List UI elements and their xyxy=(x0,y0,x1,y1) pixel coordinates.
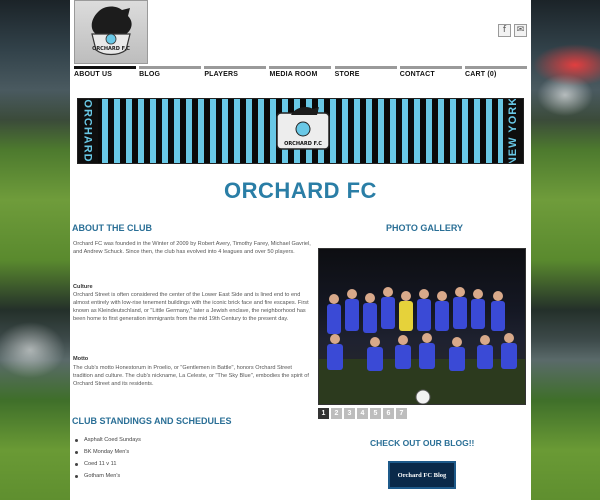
gallery-page-3[interactable]: 3 xyxy=(344,408,355,419)
culture-text: Orchard Street is often considered the c… xyxy=(73,292,309,322)
page-container: ORCHARD F.C f ✉ ABOUT US BLOG PLAYERS ME… xyxy=(70,0,531,500)
nav-item-contact[interactable]: CONTACT xyxy=(399,66,462,80)
standings-link-bk-monday[interactable]: BK Monday Men's xyxy=(74,446,141,458)
nav-item-cart[interactable]: CART (0) xyxy=(464,66,527,80)
gallery-photo[interactable] xyxy=(318,248,526,405)
gallery-pager: 1 2 3 4 5 6 7 xyxy=(318,408,407,419)
nav-item-media-room[interactable]: MEDIA ROOM xyxy=(269,66,332,80)
svg-text:ORCHARD F.C: ORCHARD F.C xyxy=(284,141,322,147)
gallery-page-7[interactable]: 7 xyxy=(396,408,407,419)
banner-right-text: NEW YORK xyxy=(507,98,519,164)
gallery-heading: PHOTO GALLERY xyxy=(386,223,464,233)
about-heading: About the Club xyxy=(72,223,152,233)
gallery-page-1[interactable]: 1 xyxy=(318,408,329,419)
banner-crest-icon: ORCHARD F.C xyxy=(276,107,330,150)
nav-item-store[interactable]: STORE xyxy=(334,66,397,80)
gallery-page-5[interactable]: 5 xyxy=(370,408,381,419)
banner-left-panel: ORCHARD xyxy=(78,99,98,163)
club-logo[interactable]: ORCHARD F.C xyxy=(74,0,148,64)
about-intro-text: Orchard FC was founded in the Winter of … xyxy=(73,241,311,255)
club-scarf-banner: ORCHARD ORCHARD F.C NEW YORK xyxy=(77,98,524,164)
gallery-page-6[interactable]: 6 xyxy=(383,408,394,419)
standings-list: Asphalt Coed Sundays BK Monday Men's Coe… xyxy=(74,434,141,482)
main-nav: ABOUT US BLOG PLAYERS MEDIA ROOM STORE C… xyxy=(74,66,527,80)
gallery-page-2[interactable]: 2 xyxy=(331,408,342,419)
banner-right-panel: NEW YORK xyxy=(503,99,523,163)
motto-text: The club's motto Honestorum in Proelio, … xyxy=(73,365,309,387)
nav-item-about-us[interactable]: ABOUT US xyxy=(74,66,136,80)
facebook-icon[interactable]: f xyxy=(498,24,511,37)
gallery-page-4[interactable]: 4 xyxy=(357,408,368,419)
standings-link-gotham[interactable]: Gotham Men's xyxy=(74,470,141,482)
banner-left-text: ORCHARD xyxy=(82,99,95,163)
standings-link-coed-11[interactable]: Coed 11 v 11 xyxy=(74,458,141,470)
nav-item-blog[interactable]: BLOG xyxy=(139,66,202,80)
svg-text:ORCHARD F.C: ORCHARD F.C xyxy=(92,46,130,52)
blog-button[interactable]: Orchard FC Blog xyxy=(388,461,456,489)
social-links: f ✉ xyxy=(498,24,527,37)
standings-heading: Club Standings and Schedules xyxy=(72,416,232,426)
crest-icon: ORCHARD F.C xyxy=(91,6,132,56)
page-title: ORCHARD FC xyxy=(224,178,377,203)
team-photo-image xyxy=(319,287,525,404)
nav-item-players[interactable]: PLAYERS xyxy=(204,66,267,80)
mail-icon[interactable]: ✉ xyxy=(514,24,527,37)
culture-heading: Culture xyxy=(73,284,93,290)
motto-heading: Motto xyxy=(73,356,89,362)
standings-link-asphalt-coed[interactable]: Asphalt Coed Sundays xyxy=(74,434,141,446)
blog-heading: CHECK OUT OUR BLOG!! xyxy=(370,438,475,448)
